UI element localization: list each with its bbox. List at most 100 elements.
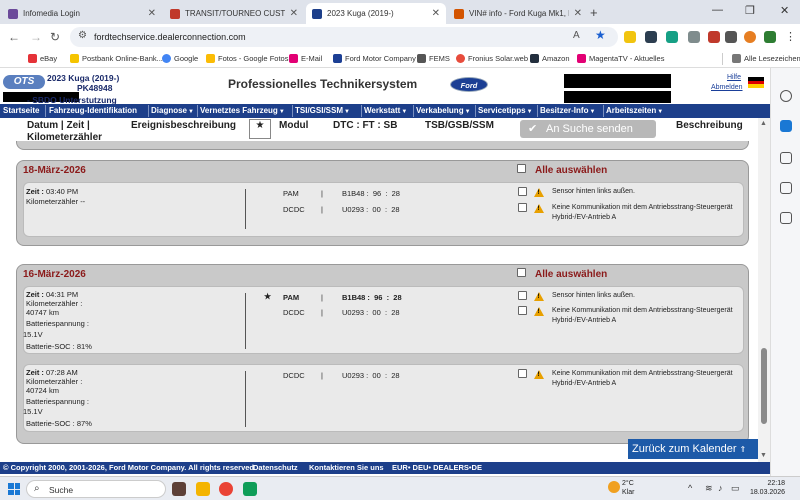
browser-tab-2[interactable]: TRANSIT/TOURNEO CUSTOM TTI ✕: [164, 3, 304, 24]
bookmark-ford[interactable]: Ford Motor Company: [333, 54, 416, 63]
bookmark-label: Alle Lesezeichen: [744, 54, 800, 63]
close-tab-icon[interactable]: ✕: [432, 8, 440, 19]
contact-link[interactable]: Kontaktieren Sie uns: [309, 463, 384, 472]
ford-icon: [333, 54, 342, 63]
bookmark-magentatv[interactable]: MagentaTV - Aktuelles: [577, 54, 664, 63]
bookmark-google[interactable]: Google: [162, 54, 198, 63]
extension-icon[interactable]: [688, 31, 700, 43]
menu-werkstatt[interactable]: Werkstatt▼: [364, 106, 407, 115]
menu-verkabelung[interactable]: Verkabelung▼: [416, 106, 471, 115]
chrome-icon[interactable]: [219, 482, 233, 496]
games-icon[interactable]: [780, 212, 792, 224]
weather-condition: Klar: [622, 489, 635, 496]
bookmark-star-icon[interactable]: ★: [595, 28, 606, 42]
shield-icon[interactable]: [764, 31, 776, 43]
extensions-puzzle-icon[interactable]: [725, 31, 737, 43]
bookmark-fems[interactable]: FEMS: [417, 54, 450, 63]
search-panel-icon[interactable]: [780, 90, 792, 102]
extension-icon[interactable]: [624, 31, 636, 43]
translate-icon[interactable]: A: [573, 30, 580, 41]
weather-text[interactable]: 2°C Klar: [622, 479, 634, 497]
weather-icon[interactable]: [608, 481, 620, 493]
volume-icon[interactable]: ♪: [718, 483, 723, 493]
menu-separator: [45, 105, 46, 117]
help-link[interactable]: Hilfe: [727, 74, 741, 81]
extension-icon[interactable]: [666, 31, 678, 43]
star-filter-checkbox[interactable]: ★: [249, 119, 271, 139]
close-tab-icon[interactable]: ✕: [290, 8, 298, 19]
bookmark-google-fotos[interactable]: Fotos - Google Fotos: [206, 54, 288, 63]
menu-tsi-gsi-ssm[interactable]: TSI/GSI/SSM▼: [295, 106, 350, 115]
maximize-icon[interactable]: ❐: [745, 4, 755, 17]
page-scrollbar[interactable]: ▲ ▼: [758, 118, 770, 463]
select-all-checkbox[interactable]: [517, 268, 526, 277]
reading-list-icon[interactable]: [780, 152, 792, 164]
forward-arrow-icon[interactable]: →: [30, 30, 42, 44]
bookmark-amazon[interactable]: Amazon: [530, 54, 570, 63]
clock[interactable]: 22:18 18.03.2026: [745, 479, 785, 497]
scrollbar-thumb[interactable]: [761, 348, 767, 424]
close-tab-icon[interactable]: ✕: [148, 8, 156, 19]
browser-tab-4[interactable]: VIN# info - Ford Kuga Mk1, Mk2, M ✕: [448, 3, 588, 24]
tray-chevron-icon[interactable]: ^: [688, 483, 692, 493]
file-explorer-icon[interactable]: [196, 482, 210, 496]
warning-icon: [534, 307, 544, 316]
close-window-icon[interactable]: ✕: [780, 4, 789, 17]
app-icon[interactable]: [243, 482, 257, 496]
menu-arbeitszeiten[interactable]: Arbeitszeiten▼: [606, 106, 663, 115]
edit-icon[interactable]: [780, 182, 792, 194]
browser-tab-1[interactable]: Infomedia Login ✕: [2, 3, 162, 24]
copilot-icon[interactable]: [780, 120, 792, 132]
menu-startseite[interactable]: Startseite: [3, 106, 39, 115]
select-all-label[interactable]: Alle auswählen: [535, 269, 607, 280]
taskbar-search[interactable]: ⌕ Suche: [26, 480, 166, 498]
chevron-down-icon: ▼: [278, 109, 285, 115]
menu-label: Fahrzeug-Identifikation: [49, 106, 137, 115]
dtc-description: Keine Kommunikation mit dem Antriebsstra…: [552, 307, 733, 324]
row-checkbox[interactable]: [518, 291, 527, 300]
menu-fahrzeug-identifikation[interactable]: Fahrzeug-Identifikation: [49, 106, 137, 115]
browser-menu-icon[interactable]: ⋮: [785, 30, 796, 43]
windows-start-icon[interactable]: [8, 483, 20, 495]
back-arrow-icon[interactable]: ←: [8, 30, 20, 44]
wifi-icon[interactable]: ≋: [705, 483, 713, 494]
row-checkbox[interactable]: [518, 203, 527, 212]
scroll-down-icon[interactable]: ▼: [760, 452, 767, 459]
minimize-icon[interactable]: —: [712, 4, 723, 16]
close-tab-icon[interactable]: ✕: [574, 8, 582, 19]
panel-date: 18-März-2026: [23, 165, 86, 176]
bookmark-ebay[interactable]: eBay: [28, 54, 57, 63]
row-checkbox[interactable]: [518, 306, 527, 315]
odometer-value: 40724 km: [26, 386, 59, 395]
clock-date: 18.03.2026: [749, 489, 785, 496]
menu-servicetipps[interactable]: Servicetipps▼: [478, 106, 533, 115]
site-info-icon[interactable]: ⚙: [78, 30, 87, 41]
bookmark-postbank[interactable]: Postbank Online-Bank...: [70, 54, 163, 63]
menu-vernetztes-fahrzeug[interactable]: Vernetztes Fahrzeug▼: [200, 106, 285, 115]
select-all-checkbox[interactable]: [517, 164, 526, 173]
menu-besitzer-info[interactable]: Besitzer-Info▼: [540, 106, 595, 115]
bookmark-email[interactable]: E-Mail: [289, 54, 322, 63]
select-all-label[interactable]: Alle auswählen: [535, 165, 607, 176]
send-to-search-button[interactable]: ✔ An Suche senden: [520, 120, 656, 138]
row-checkbox[interactable]: [518, 187, 527, 196]
battery-icon[interactable]: ▭: [731, 483, 740, 494]
url-text[interactable]: fordtechservice.dealerconnection.com: [94, 32, 246, 42]
privacy-link[interactable]: Datenschutz: [253, 463, 298, 472]
extension-icon[interactable]: [645, 31, 657, 43]
row-checkbox[interactable]: [518, 369, 527, 378]
reload-icon[interactable]: ↻: [50, 30, 60, 44]
browser-tab-active[interactable]: 2023 Kuga (2019-) ✕: [306, 3, 446, 24]
logout-link[interactable]: Abmelden: [711, 84, 743, 91]
german-flag-icon[interactable]: [748, 77, 764, 88]
taskview-icon[interactable]: [172, 482, 186, 496]
omnibox[interactable]: ⚙ fordtechservice.dealerconnection.com A…: [70, 27, 618, 47]
bookmark-fronius[interactable]: Fronius Solar.web: [456, 54, 528, 63]
new-tab-button[interactable]: +: [590, 5, 598, 20]
menu-diagnose[interactable]: Diagnose▼: [151, 106, 194, 115]
scroll-up-icon[interactable]: ▲: [760, 120, 767, 127]
profile-avatar-icon[interactable]: [744, 31, 756, 43]
extension-icon[interactable]: [708, 31, 720, 43]
all-bookmarks[interactable]: Alle Lesezeichen: [732, 54, 800, 63]
back-to-calendar-button[interactable]: Zurück zum Kalender ⇑: [628, 439, 758, 459]
